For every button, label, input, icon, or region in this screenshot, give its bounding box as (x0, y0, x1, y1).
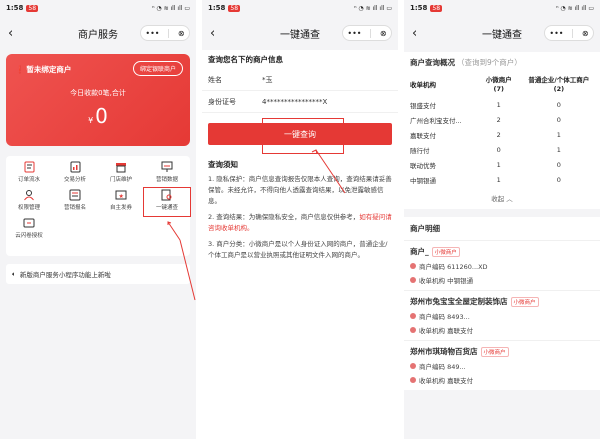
annotation-arrows (167, 149, 346, 301)
